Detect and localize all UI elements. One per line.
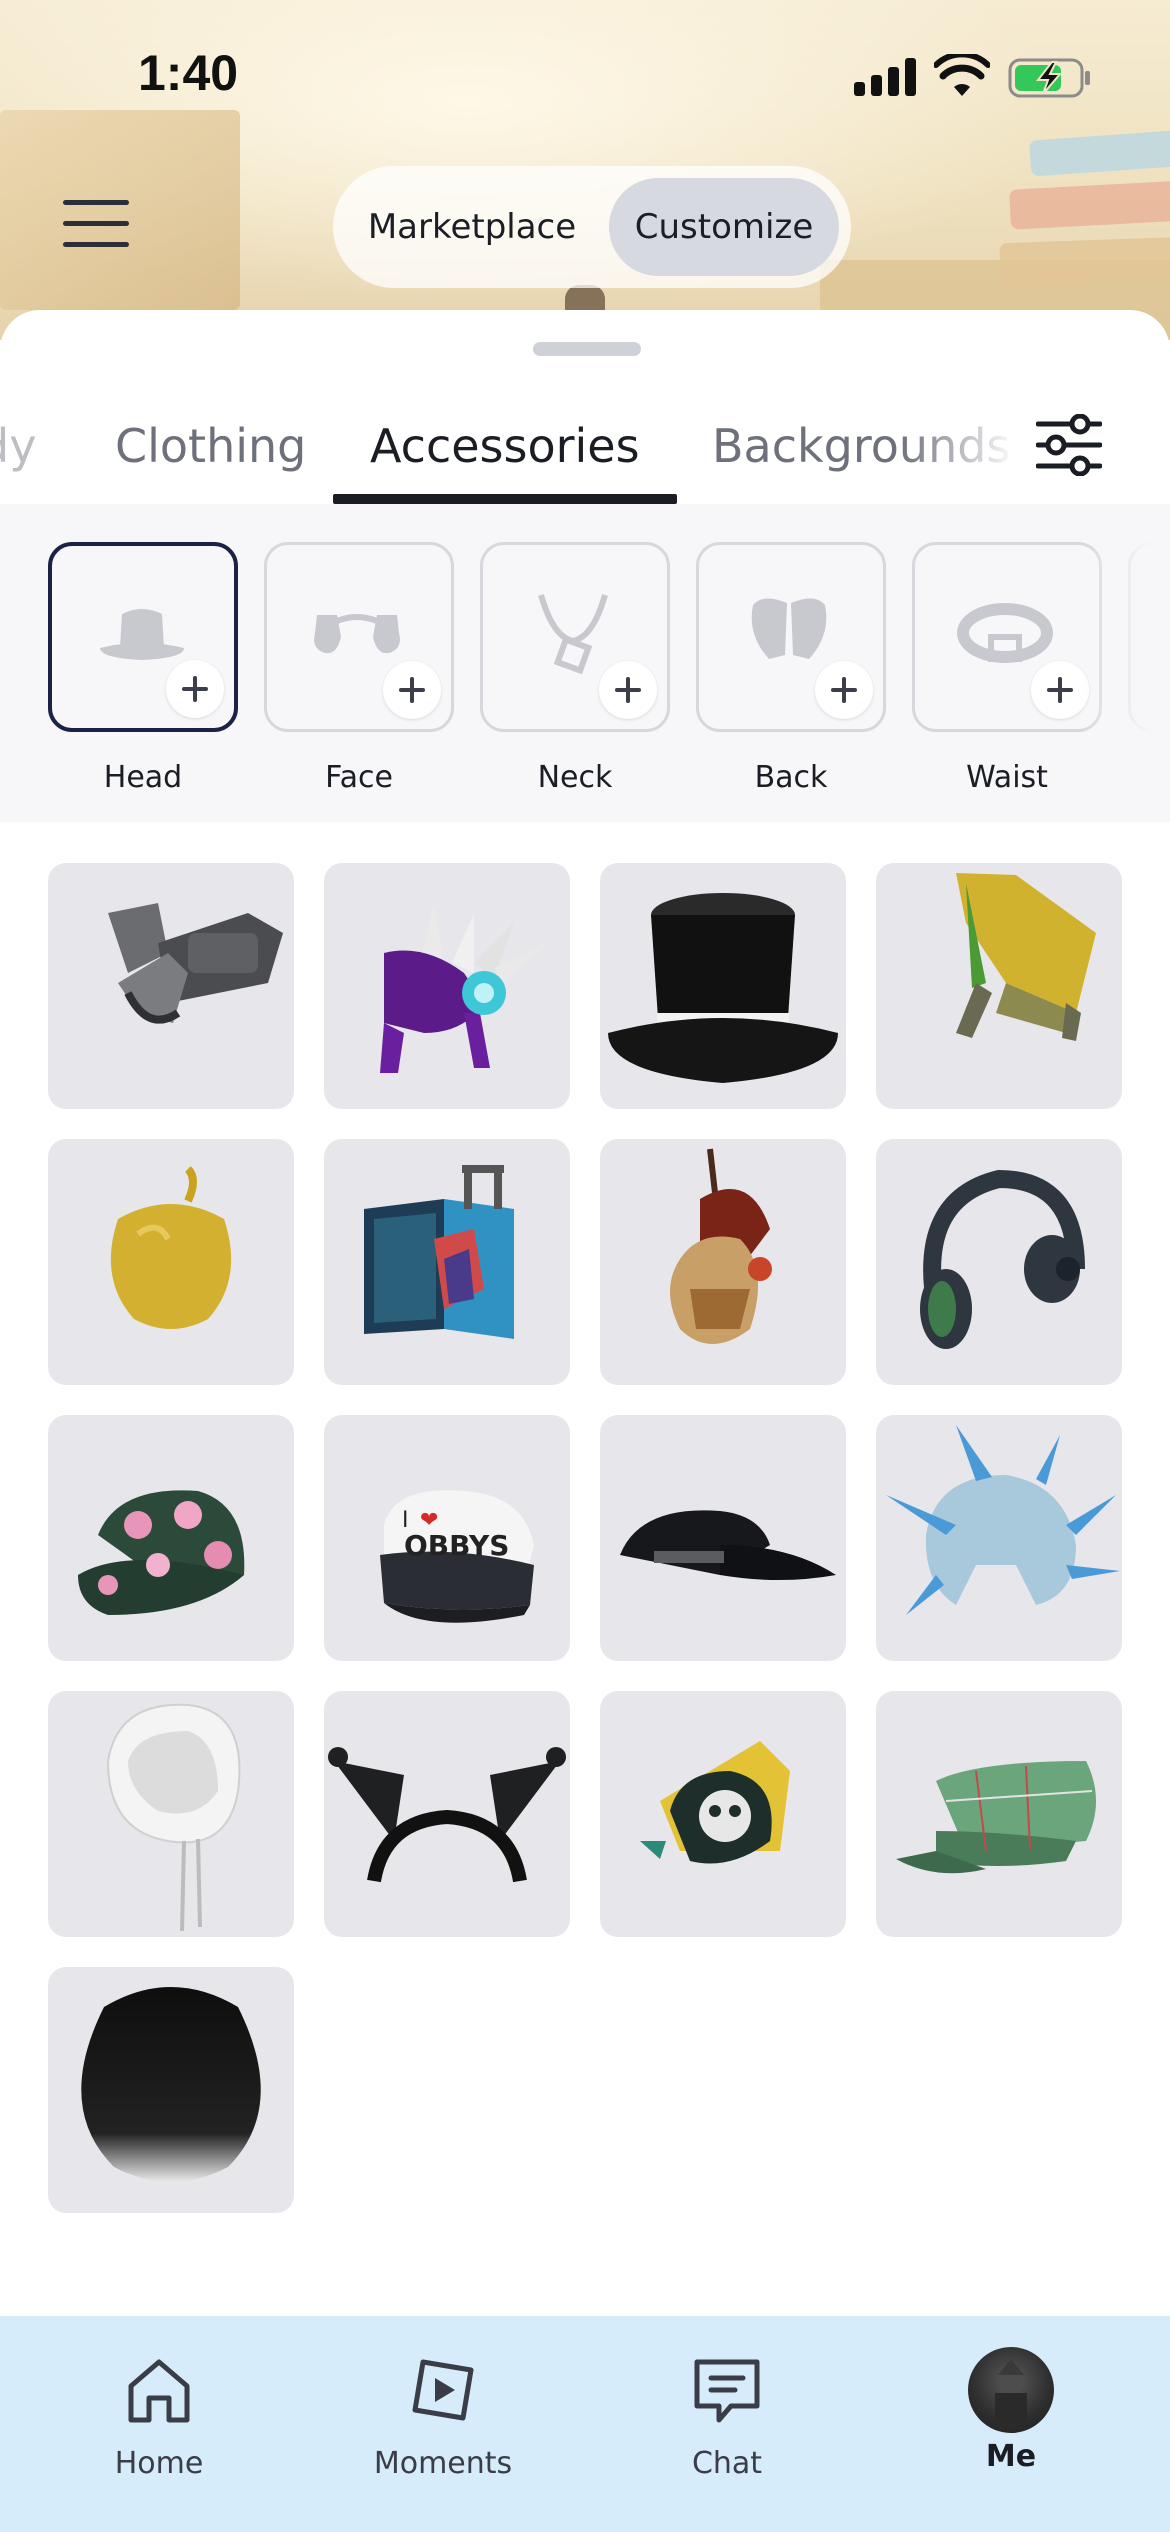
category-label: Head <box>103 760 183 795</box>
spiky-helmet-icon <box>886 1425 1120 1615</box>
category-tile[interactable] <box>912 542 1102 732</box>
category-neck[interactable]: Neck <box>480 542 670 795</box>
cat-ears-headband-icon <box>328 1747 566 1883</box>
cellular-signal-icon <box>854 58 916 96</box>
category-tile[interactable] <box>480 542 670 732</box>
category-waist[interactable]: Waist <box>912 542 1102 795</box>
purple-crystal-headband-icon <box>380 903 549 1073</box>
avatar-figure <box>995 2359 1027 2423</box>
tabs-fade <box>900 406 1030 506</box>
suitcase-icon <box>364 1165 514 1339</box>
accessory-item[interactable] <box>876 1139 1122 1385</box>
category-tabs: dy Clothing Accessories Backgrounds <box>0 406 1170 506</box>
skull-hat-icon <box>640 1741 790 1864</box>
add-head-button[interactable] <box>166 660 224 718</box>
category-label: Face <box>325 760 393 795</box>
customize-tab[interactable]: Customize <box>609 178 839 276</box>
category-label: Waist <box>966 760 1048 795</box>
sheet-grabber[interactable] <box>533 342 641 356</box>
category-label: Neck <box>537 760 613 795</box>
mode-segmented-control: Marketplace Customize <box>333 166 851 288</box>
nav-home[interactable]: Home <box>59 2354 259 2481</box>
golden-apple-icon <box>110 1166 232 1329</box>
category-label: Back <box>754 760 828 795</box>
nav-label: Chat <box>691 2446 763 2481</box>
accessory-item[interactable] <box>48 1967 294 2213</box>
headphones-icon <box>920 1169 1085 1349</box>
accessory-item[interactable] <box>324 1139 570 1385</box>
add-neck-button[interactable] <box>599 661 657 719</box>
filter-sliders-icon[interactable] <box>1036 414 1102 476</box>
active-tab-indicator <box>333 494 677 504</box>
home-icon <box>128 2359 190 2423</box>
white-hood-icon <box>106 1703 241 1932</box>
menu-icon[interactable] <box>63 200 129 248</box>
nav-me[interactable]: Me <box>911 2347 1111 2474</box>
accessory-item[interactable] <box>876 1691 1122 1937</box>
category-head[interactable]: Head <box>48 542 238 795</box>
accessory-item[interactable] <box>600 863 846 1109</box>
customize-sheet: dy Clothing Accessories Backgrounds Head <box>0 310 1170 2532</box>
accessory-item[interactable] <box>600 1415 846 1661</box>
nav-moments[interactable]: Moments <box>343 2354 543 2481</box>
tab-accessories[interactable]: Accessories <box>370 406 640 506</box>
obbys-cap-icon: I ❤ OBBYS <box>380 1490 534 1623</box>
category-face[interactable]: Face <box>264 542 454 795</box>
status-time: 1:40 <box>138 45 239 101</box>
accessory-category-strip: Head Face Neck Back Waist <box>0 504 1170 822</box>
accessory-item[interactable] <box>48 1139 294 1385</box>
accessory-item[interactable] <box>48 1691 294 1937</box>
scene-book <box>1009 180 1170 230</box>
chat-icon <box>694 2359 760 2423</box>
add-face-button[interactable] <box>383 661 441 719</box>
accessory-item[interactable] <box>48 863 294 1109</box>
yellow-wing-icon <box>956 873 1096 1041</box>
category-tile[interactable] <box>48 542 238 732</box>
svg-text:OBBYS: OBBYS <box>404 1529 509 1562</box>
nav-chat[interactable]: Chat <box>627 2354 827 2481</box>
red-hair-helmet-icon <box>670 1148 772 1344</box>
status-bar: 1:40 <box>0 0 1170 150</box>
tab-clothing[interactable]: Clothing <box>115 406 306 506</box>
battery-charging-icon <box>1008 58 1090 98</box>
category-tile[interactable] <box>696 542 886 732</box>
accessory-item[interactable] <box>324 1691 570 1937</box>
accessory-item[interactable] <box>876 863 1122 1109</box>
accessory-item[interactable] <box>876 1415 1122 1661</box>
strip-fade <box>1080 504 1170 822</box>
scene-book <box>999 236 1170 288</box>
green-plaid-cap-icon <box>896 1761 1096 1874</box>
category-back[interactable]: Back <box>696 542 886 795</box>
black-hair-icon <box>81 1987 261 2182</box>
nav-label: Me <box>985 2439 1037 2474</box>
robot-arm-shoulder-icon <box>108 903 283 1024</box>
play-icon <box>412 2359 474 2421</box>
bottom-navigation: Home Moments Chat Me <box>0 2316 1170 2532</box>
add-back-button[interactable] <box>815 661 873 719</box>
top-hat-icon <box>608 893 838 1083</box>
accessory-item[interactable] <box>324 863 570 1109</box>
avatar <box>968 2347 1054 2433</box>
accessory-item[interactable]: I ❤ OBBYS <box>324 1415 570 1661</box>
accessory-item[interactable] <box>600 1139 846 1385</box>
tab-body[interactable]: dy <box>0 406 36 506</box>
accessory-item[interactable] <box>600 1691 846 1937</box>
wifi-icon <box>934 54 990 96</box>
category-tile[interactable] <box>264 542 454 732</box>
black-cap-icon <box>620 1510 836 1580</box>
nav-label: Home <box>114 2446 204 2481</box>
nav-label: Moments <box>373 2446 513 2481</box>
marketplace-tab[interactable]: Marketplace <box>353 178 591 276</box>
floral-cap-icon <box>78 1490 245 1615</box>
accessory-item[interactable] <box>48 1415 294 1661</box>
